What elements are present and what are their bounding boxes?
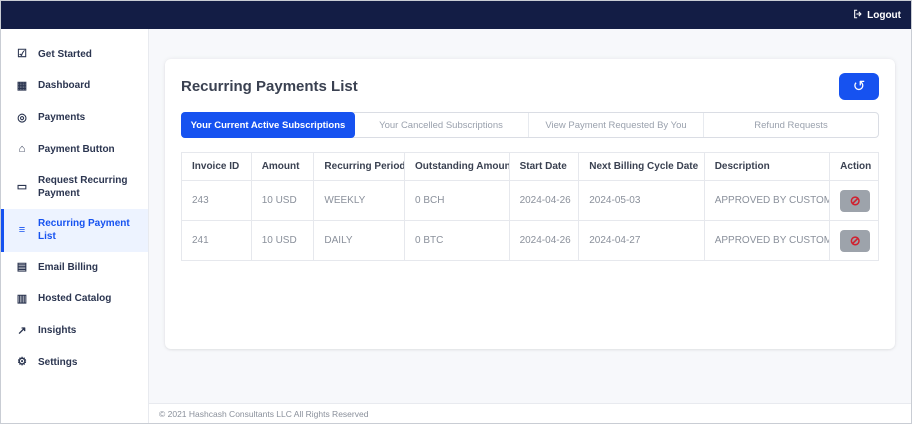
history-refresh-icon: ↺: [852, 78, 866, 95]
sidebar-item-label: Settings: [38, 356, 78, 368]
sidebar-item-settings[interactable]: ⚙ Settings: [1, 347, 148, 379]
block-icon: ⊘: [849, 193, 861, 208]
cell-recurring-period: WEEKLY: [313, 180, 406, 221]
cell-action: ⊘: [829, 180, 879, 221]
cell-start-date: 2024-04-26: [508, 220, 580, 261]
book-icon: ▥: [16, 292, 28, 305]
sidebar-item-label: Payment Button: [38, 143, 115, 155]
cell-start-date: 2024-04-26: [508, 180, 580, 221]
cell-invoice-id: 241: [181, 220, 252, 261]
sidebar-item-hosted-catalog[interactable]: ▥ Hosted Catalog: [1, 284, 148, 316]
sidebar-item-label: Get Started: [38, 48, 92, 60]
sidebar-item-label: Request Recurring Payment: [38, 175, 128, 199]
sidebar-item-label: Email Billing: [38, 261, 99, 273]
sidebar-item-payments[interactable]: ◎ Payments: [1, 103, 148, 135]
column-header-recurring-period: Recurring Period: [313, 152, 406, 181]
sidebar-item-insights[interactable]: ↗ Insights: [1, 316, 148, 348]
column-header-description: Description: [703, 152, 831, 181]
card-icon: ▭: [16, 180, 28, 193]
gear-icon: ⚙: [17, 356, 27, 369]
cell-amount: 10 USD: [250, 180, 315, 221]
subscription-tabs: Your Current Active Subscriptions Your C…: [181, 112, 879, 138]
sidebar: ☑ Get Started ▦ Dashboard ◎ Payments ⌂ P…: [1, 29, 149, 423]
cancel-subscription-button[interactable]: ⊘: [840, 229, 871, 252]
tab-current-active-subscriptions[interactable]: Your Current Active Subscriptions: [181, 112, 355, 138]
sidebar-item-email-billing[interactable]: ▤ Email Billing: [1, 252, 148, 284]
column-header-action: Action: [829, 152, 879, 181]
table-row: 243 10 USD WEEKLY 0 BCH 2024-04-26 2024-…: [181, 180, 879, 221]
tab-refund-requests[interactable]: Refund Requests: [704, 113, 878, 137]
sidebar-item-label: Insights: [38, 325, 77, 337]
cell-invoice-id: 243: [181, 180, 252, 221]
coin-icon: ◎: [17, 111, 27, 124]
sidebar-item-label: Hosted Catalog: [38, 293, 112, 305]
table-row: 241 10 USD DAILY 0 BTC 2024-04-26 2024-0…: [181, 220, 879, 261]
tab-payment-requested-by-you[interactable]: View Payment Requested By You: [529, 113, 704, 137]
document-icon: ▤: [16, 261, 28, 273]
cell-description: APPROVED BY CUSTOMER: [703, 180, 831, 221]
grid-icon: ▦: [16, 79, 28, 92]
refresh-button[interactable]: ↺: [839, 73, 879, 100]
block-icon: ⊘: [849, 233, 861, 248]
page-title: Recurring Payments List: [181, 78, 358, 95]
logout-button[interactable]: Logout: [853, 9, 901, 22]
logout-icon: [853, 9, 863, 22]
top-bar: Logout: [1, 1, 911, 29]
sidebar-item-dashboard[interactable]: ▦ Dashboard: [1, 71, 148, 103]
cancel-subscription-button[interactable]: ⊘: [840, 189, 871, 212]
cell-recurring-period: DAILY: [313, 220, 406, 261]
logout-label: Logout: [867, 9, 901, 21]
column-header-amount: Amount: [250, 152, 315, 181]
cell-outstanding-amount: 0 BCH: [404, 180, 510, 221]
cell-description: APPROVED BY CUSTOMER: [703, 220, 831, 261]
app-window: Logout ☑ Get Started ▦ Dashboard ◎ Payme…: [0, 0, 912, 424]
column-header-next-billing-cycle-date: Next Billing Cycle Date: [578, 152, 705, 181]
cell-next-billing-cycle-date: 2024-05-03: [578, 180, 705, 221]
footer: © 2021 Hashcash Consultants LLC All Righ…: [149, 403, 911, 423]
table-header-row: Invoice ID Amount Recurring Period Outst…: [181, 152, 879, 181]
sidebar-item-recurring-payment-list[interactable]: ≡ Recurring Payment List: [1, 209, 148, 252]
cell-next-billing-cycle-date: 2024-04-27: [578, 220, 705, 261]
sidebar-item-label: Recurring Payment List: [38, 218, 130, 242]
sidebar-item-get-started[interactable]: ☑ Get Started: [1, 39, 148, 71]
checkbox-icon: ☑: [17, 48, 27, 60]
chart-icon: ↗: [17, 324, 27, 337]
copyright-text: © 2021 Hashcash Consultants LLC All Righ…: [159, 408, 369, 419]
list-icon: ≡: [18, 223, 26, 236]
subscriptions-table: Invoice ID Amount Recurring Period Outst…: [181, 152, 879, 261]
sidebar-item-request-recurring-payment[interactable]: ▭ Request Recurring Payment: [1, 166, 148, 209]
column-header-start-date: Start Date: [508, 152, 580, 181]
column-header-outstanding-amount: Outstanding Amount: [404, 152, 510, 181]
sidebar-item-payment-button[interactable]: ⌂ Payment Button: [1, 134, 148, 166]
recurring-payments-card: Recurring Payments List ↺ Your Current A…: [165, 59, 895, 349]
cell-outstanding-amount: 0 BTC: [404, 220, 510, 261]
main-area: Recurring Payments List ↺ Your Current A…: [149, 29, 911, 423]
cell-action: ⊘: [829, 220, 879, 261]
tab-cancelled-subscriptions[interactable]: Your Cancelled Subscriptions: [354, 113, 529, 137]
cell-amount: 10 USD: [250, 220, 315, 261]
sidebar-item-label: Dashboard: [38, 80, 91, 92]
sidebar-item-label: Payments: [38, 112, 86, 124]
bank-icon: ⌂: [18, 143, 26, 156]
column-header-invoice-id: Invoice ID: [181, 152, 252, 181]
